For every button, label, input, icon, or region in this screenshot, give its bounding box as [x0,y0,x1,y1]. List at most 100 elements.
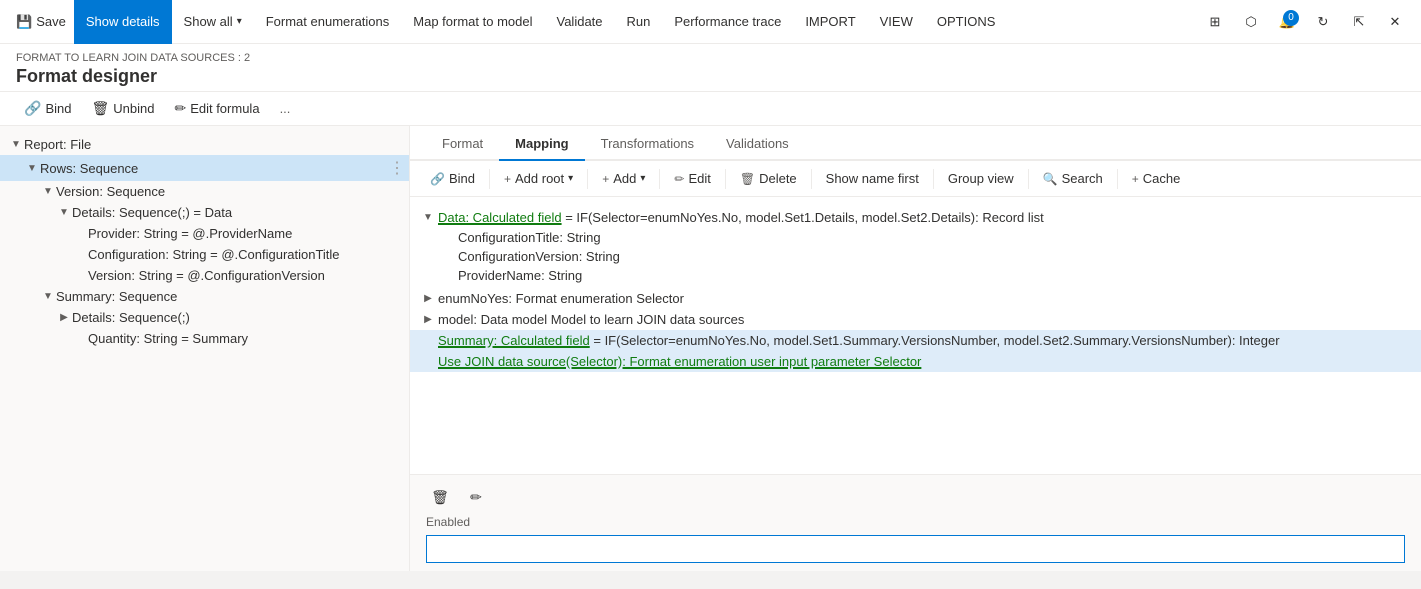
tab-mapping[interactable]: Mapping [499,126,584,161]
notifications-button[interactable]: 🔔 0 [1269,4,1305,40]
data-item-summary-calculated[interactable]: Summary: Calculated field = IF(Selector=… [410,330,1421,351]
page-title: Format designer [16,66,1405,87]
data-sources-tree: ▼ Data: Calculated field = IF(Selector=e… [410,197,1421,474]
bottom-delete-button[interactable]: 🗑 [426,483,454,511]
map-format-button[interactable]: Map format to model [401,0,544,44]
view-button[interactable]: VIEW [868,0,925,44]
edit-formula-button[interactable]: ✏ Edit formula [166,96,267,121]
expand-icon: ▶ [418,291,438,304]
tab-transformations[interactable]: Transformations [585,126,710,161]
data-item-calculated[interactable]: ▼ Data: Calculated field = IF(Selector=e… [410,205,1421,288]
show-all-button[interactable]: Show all ▾ [172,0,254,44]
data-item-use-join[interactable]: Use JOIN data source(Selector): Format e… [410,351,1421,372]
refresh-button[interactable]: ↻ [1305,4,1341,40]
sub-items: ConfigurationTitle: String Configuration… [438,228,1413,285]
bottom-edit-button[interactable]: ✏ [462,483,490,511]
unbind-icon: 🗑 [91,100,109,117]
tab-format[interactable]: Format [426,126,499,161]
tab-validations[interactable]: Validations [710,126,805,161]
plus-icon: + [504,172,511,186]
tree-item-version-string[interactable]: Version: String = @.ConfigurationVersion [0,265,409,286]
edit-button[interactable]: ✏ Edit [666,167,718,190]
expand-icon: ▶ [56,312,72,323]
add-button[interactable]: + Add ▾ [594,167,653,190]
collapse-icon: ▼ [40,291,56,302]
pencil-icon: ✏ [674,172,684,186]
top-nav: 💾 Save Show details Show all ▾ Format en… [0,0,1421,44]
cache-button[interactable]: + Cache [1124,167,1189,190]
group-view-button[interactable]: Group view [940,167,1022,190]
performance-trace-button[interactable]: Performance trace [662,0,793,44]
tree-item-version-sequence[interactable]: ▼ Version: Sequence [0,181,409,202]
main-content: ▼ Report: File ▼ Rows: Sequence ⋮ ▼ Vers… [0,126,1421,571]
separator [1117,169,1118,189]
enabled-input[interactable] [426,535,1405,563]
data-source-name: Data: Calculated field [438,210,562,225]
separator [659,169,660,189]
format-enumerations-button[interactable]: Format enumerations [254,0,402,44]
office-icon-button[interactable]: ⬡ [1233,4,1269,40]
tree-item-provider-string[interactable]: Provider: String = @.ProviderName [0,223,409,244]
expand-icon [418,354,438,356]
plus-icon: + [1132,172,1139,186]
open-in-new-icon: ⇱ [1354,14,1365,30]
validate-button[interactable]: Validate [545,0,615,44]
separator [1028,169,1029,189]
link-icon: 🔗 [430,172,445,186]
bottom-panel: 🗑 ✏ Enabled [410,474,1421,571]
trash-icon: 🗑 [431,489,449,506]
tree-item-configuration-string[interactable]: Configuration: String = @.ConfigurationT… [0,244,409,265]
save-button[interactable]: 💾 Save [8,0,74,44]
grid-icon-button[interactable]: ⊞ [1197,4,1233,40]
tree-item-details-sequence[interactable]: ▼ Details: Sequence(;) = Data [0,202,409,223]
page-header: FORMAT TO LEARN JOIN DATA SOURCES : 2 Fo… [0,44,1421,92]
plus-icon: + [602,172,609,186]
import-button[interactable]: IMPORT [793,0,867,44]
bind-button[interactable]: 🔗 Bind [16,96,79,121]
bottom-toolbar: 🗑 ✏ [426,483,1405,511]
collapse-icon: ▼ [24,163,40,174]
show-details-button[interactable]: Show details [74,0,172,44]
trash-icon: 🗑 [740,172,755,186]
mapping-toolbar: 🔗 Bind + Add root ▾ + Add ▾ ✏ Edit [410,161,1421,197]
pencil-icon: ✏ [470,489,482,506]
tree-item-details-sequence2[interactable]: ▶ Details: Sequence(;) [0,307,409,328]
options-button[interactable]: OPTIONS [925,0,1008,44]
tree-item-rows-sequence[interactable]: ▼ Rows: Sequence ⋮ [0,155,409,181]
model-label: model: Data model Model to learn JOIN da… [438,312,744,327]
tree-item-report-file[interactable]: ▼ Report: File [0,134,409,155]
drag-handle[interactable]: ⋮ [389,158,401,178]
sub-item-config-title: ConfigurationTitle: String [458,228,1413,247]
grid-icon: ⊞ [1210,14,1221,30]
collapse-icon: ▼ [56,207,72,218]
chevron-down-icon: ▾ [237,16,242,27]
separator [489,169,490,189]
more-options-button[interactable]: ... [272,97,299,120]
chevron-down-icon: ▾ [640,173,645,184]
close-button[interactable]: ✕ [1377,4,1413,40]
data-item-model[interactable]: ▶ model: Data model Model to learn JOIN … [410,309,1421,330]
expand-icon: ▶ [418,312,438,325]
separator [811,169,812,189]
data-item-enum-no-yes[interactable]: ▶ enumNoYes: Format enumeration Selector [410,288,1421,309]
notification-badge: 0 [1283,10,1299,26]
show-name-first-button[interactable]: Show name first [818,167,927,190]
separator [725,169,726,189]
tree-item-quantity-string[interactable]: Quantity: String = Summary [0,328,409,349]
breadcrumb: FORMAT TO LEARN JOIN DATA SOURCES : 2 [16,52,1405,64]
mapping-bind-button[interactable]: 🔗 Bind [422,167,483,190]
summary-name: Summary: Calculated field [438,333,590,348]
collapse-icon: ▼ [8,139,24,150]
add-root-button[interactable]: + Add root ▾ [496,167,581,190]
separator [587,169,588,189]
delete-button[interactable]: 🗑 Delete [732,167,805,190]
refresh-icon: ↻ [1318,14,1329,30]
collapse-icon: ▼ [418,210,438,223]
tree-item-summary-sequence[interactable]: ▼ Summary: Sequence [0,286,409,307]
save-icon: 💾 [16,14,32,30]
open-in-new-button[interactable]: ⇱ [1341,4,1377,40]
bind-icon: 🔗 [24,100,41,117]
search-button[interactable]: 🔍 Search [1035,167,1111,190]
unbind-button[interactable]: 🗑 Unbind [83,96,162,121]
run-button[interactable]: Run [615,0,663,44]
